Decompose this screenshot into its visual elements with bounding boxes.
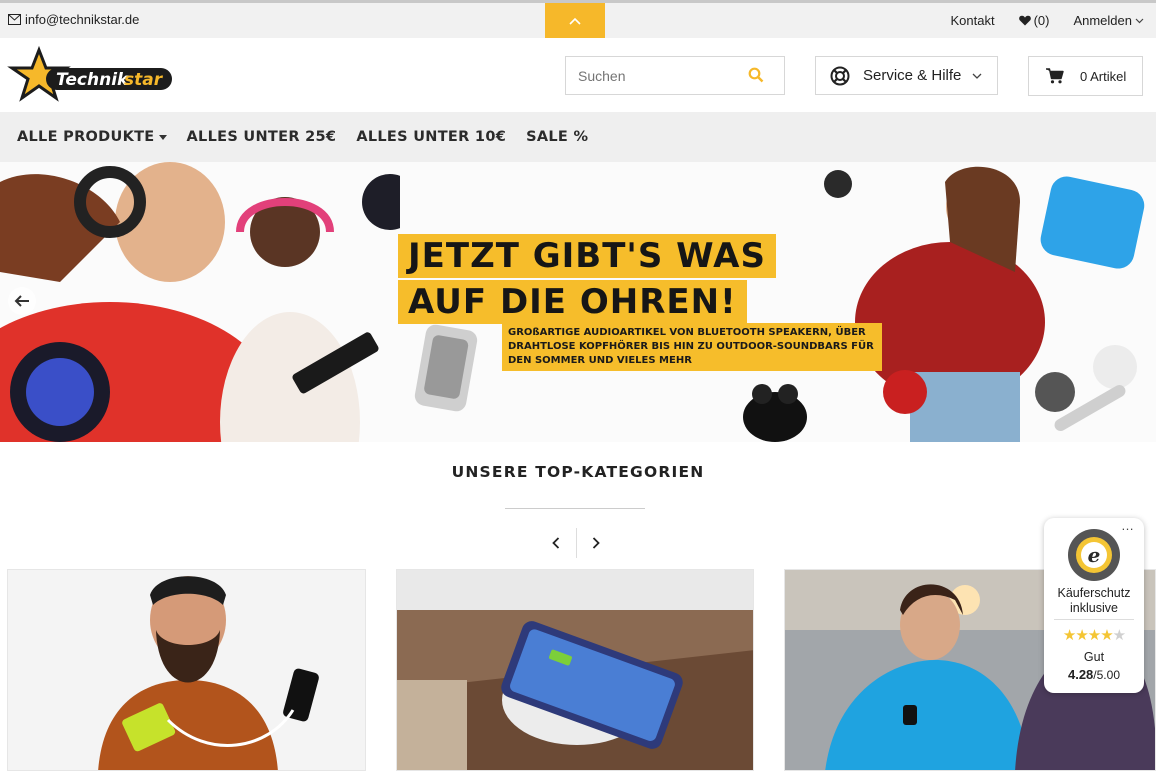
hero-subline: GROßARTIGE AUDIOARTIKEL VON BLUETOOTH SP… bbox=[502, 323, 882, 371]
header: Technik star Service & Hilfe 0 Artikel bbox=[0, 38, 1156, 112]
envelope-icon bbox=[8, 14, 21, 25]
chevron-left-icon bbox=[551, 537, 559, 549]
heart-icon bbox=[1018, 15, 1031, 26]
nav-item-under-10[interactable]: ALLES UNTER 10€ bbox=[356, 129, 506, 145]
search-icon[interactable] bbox=[748, 67, 764, 83]
search-box bbox=[565, 56, 785, 95]
hero-banner[interactable]: JETZT GIBT'S WAS AUF DIE OHREN! GROßARTI… bbox=[0, 162, 1156, 442]
earbuds-image bbox=[743, 384, 807, 442]
chevron-right-icon bbox=[593, 537, 601, 549]
buyer-protection-text: Käuferschutz inklusive bbox=[1057, 586, 1131, 615]
rating-grade: Gut bbox=[1083, 650, 1105, 664]
top-categories-title: UNSERE TOP-KATEGORIEN bbox=[451, 463, 705, 481]
more-options-icon[interactable]: … bbox=[1121, 518, 1135, 533]
wishlist-link[interactable]: (0) bbox=[1018, 13, 1050, 28]
service-help-dropdown[interactable]: Service & Hilfe bbox=[815, 56, 998, 95]
shopping-cart-icon bbox=[1046, 68, 1064, 84]
wishlist-count: (0) bbox=[1033, 13, 1050, 28]
email-text: info@technikstar.de bbox=[25, 12, 140, 27]
wireless-charger-photo bbox=[397, 570, 753, 770]
powerbank-man-photo bbox=[8, 570, 365, 770]
rating-max: /5.00 bbox=[1093, 668, 1120, 682]
nav-item-sale[interactable]: SALE % bbox=[526, 129, 588, 145]
hero-headline-line1: JETZT GIBT'S WAS bbox=[398, 234, 776, 278]
category-card-wireless-chargers[interactable] bbox=[396, 569, 754, 771]
lifebuoy-icon bbox=[830, 66, 850, 85]
topbar-toggle-button[interactable] bbox=[545, 3, 605, 38]
email-link[interactable]: info@technikstar.de bbox=[8, 12, 139, 27]
search-input[interactable] bbox=[578, 67, 748, 84]
hero-headline: JETZT GIBT'S WAS AUF DIE OHREN! bbox=[398, 234, 776, 324]
service-help-label: Service & Hilfe bbox=[863, 67, 962, 84]
chevron-down-icon bbox=[972, 73, 982, 79]
category-slider-nav bbox=[536, 528, 616, 558]
technikstar-logo[interactable]: Technik star bbox=[6, 45, 176, 106]
nav-item-label: ALLE PRODUKTE bbox=[17, 129, 155, 145]
cart-button[interactable]: 0 Artikel bbox=[1028, 56, 1143, 96]
hero-prev-button[interactable] bbox=[8, 287, 36, 315]
rating-stars: ★★★★★ bbox=[1062, 627, 1126, 644]
svg-text:star: star bbox=[124, 70, 164, 90]
top-bar: info@technikstar.de Kontakt (0) Anmelden bbox=[0, 3, 1156, 38]
chevron-up-icon bbox=[569, 17, 581, 25]
cart-count: 0 Artikel bbox=[1080, 68, 1127, 84]
nav-item-under-25[interactable]: ALLES UNTER 25€ bbox=[187, 129, 337, 145]
trusted-shops-seal-icon: e bbox=[1068, 529, 1120, 581]
login-label: Anmelden bbox=[1073, 13, 1132, 28]
badge-divider bbox=[1054, 619, 1134, 620]
caret-down-icon bbox=[158, 134, 167, 140]
nav-item-all-products[interactable]: ALLE PRODUKTE bbox=[17, 129, 167, 145]
svg-text:Technik: Technik bbox=[56, 70, 130, 90]
trusted-shops-badge[interactable]: … e Käuferschutz inklusive ★★★★★ Gut 4.2… bbox=[1044, 518, 1144, 693]
rating-value: 4.28 bbox=[1067, 667, 1094, 682]
arrow-left-icon bbox=[14, 295, 29, 307]
main-nav: ALLE PRODUKTE ALLES UNTER 25€ ALLES UNTE… bbox=[0, 112, 1156, 162]
title-divider bbox=[505, 508, 645, 509]
slider-prev-button[interactable] bbox=[536, 528, 576, 558]
category-card-powerbanks[interactable] bbox=[7, 569, 366, 771]
contact-link[interactable]: Kontakt bbox=[950, 13, 994, 28]
slider-next-button[interactable] bbox=[576, 528, 616, 558]
hero-photo-left bbox=[0, 162, 400, 442]
speaker-image bbox=[414, 324, 478, 412]
chevron-down-icon bbox=[1135, 18, 1144, 23]
login-dropdown[interactable]: Anmelden bbox=[1073, 13, 1144, 28]
hero-headline-line2: AUF DIE OHREN! bbox=[398, 280, 747, 324]
svg-text:e: e bbox=[1088, 543, 1101, 567]
rating-score: 4.28/5.00 bbox=[1044, 667, 1144, 682]
